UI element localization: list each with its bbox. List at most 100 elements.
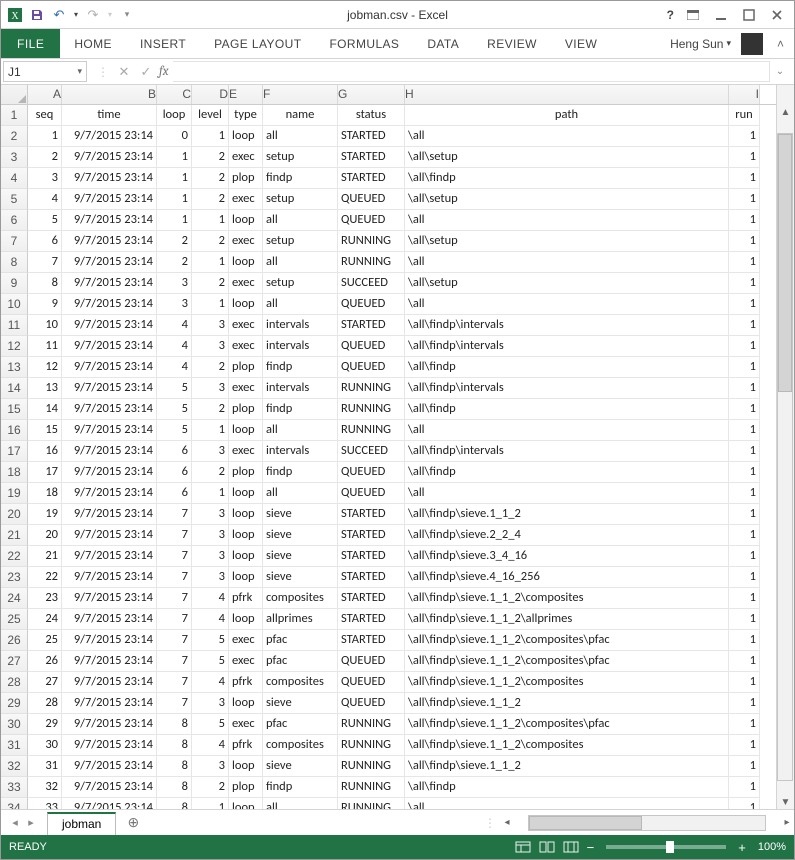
cell-status[interactable]: STARTED xyxy=(338,315,405,336)
cell-type[interactable]: loop xyxy=(229,693,263,714)
cell-type[interactable]: loop xyxy=(229,504,263,525)
name-box[interactable]: J1 ▾ xyxy=(3,61,87,82)
view-page-break-icon[interactable] xyxy=(559,838,583,856)
row-header[interactable]: 12 xyxy=(1,336,28,357)
cell-time[interactable]: 9/7/2015 23:14 xyxy=(62,210,157,231)
cell-name[interactable]: all xyxy=(263,483,338,504)
cell-loop[interactable]: 7 xyxy=(157,567,192,588)
cell-status[interactable]: RUNNING xyxy=(338,399,405,420)
cell-time[interactable]: 9/7/2015 23:14 xyxy=(62,483,157,504)
cell-run[interactable]: 1 xyxy=(729,378,760,399)
cell-type[interactable]: exec xyxy=(229,651,263,672)
cell-time[interactable]: 9/7/2015 23:14 xyxy=(62,735,157,756)
cell-type[interactable]: loop xyxy=(229,420,263,441)
row-header[interactable]: 22 xyxy=(1,546,28,567)
cell-level[interactable]: 3 xyxy=(192,378,229,399)
cell-loop[interactable]: 5 xyxy=(157,378,192,399)
cell-seq[interactable]: 4 xyxy=(28,189,62,210)
row-header[interactable]: 9 xyxy=(1,273,28,294)
tab-review[interactable]: REVIEW xyxy=(473,29,551,58)
cell-run[interactable]: 1 xyxy=(729,567,760,588)
cell-status[interactable]: QUEUED xyxy=(338,672,405,693)
row-header[interactable]: 29 xyxy=(1,693,28,714)
account-user[interactable]: Heng Sun▾ xyxy=(656,29,737,58)
cell-time[interactable]: 9/7/2015 23:14 xyxy=(62,441,157,462)
cell-path[interactable]: \all\findp\intervals xyxy=(405,336,729,357)
cell-seq[interactable]: 31 xyxy=(28,756,62,777)
cell-level[interactable]: 1 xyxy=(192,126,229,147)
cell-status[interactable]: QUEUED xyxy=(338,189,405,210)
cell-type[interactable]: loop xyxy=(229,609,263,630)
cell-run[interactable]: 1 xyxy=(729,693,760,714)
cell-loop[interactable]: 1 xyxy=(157,168,192,189)
col-header-H[interactable]: H xyxy=(405,85,729,104)
cell-loop[interactable]: 4 xyxy=(157,357,192,378)
cell-name[interactable]: all xyxy=(263,420,338,441)
zoom-slider-knob[interactable] xyxy=(666,841,674,853)
cell-name[interactable]: sieve xyxy=(263,546,338,567)
cell-type[interactable]: exec xyxy=(229,147,263,168)
cell-status[interactable]: SUCCEED xyxy=(338,273,405,294)
cell-seq[interactable]: 6 xyxy=(28,231,62,252)
cell-status[interactable]: STARTED xyxy=(338,588,405,609)
cell-loop[interactable]: 2 xyxy=(157,231,192,252)
cell-status[interactable]: STARTED xyxy=(338,630,405,651)
cell-run[interactable]: 1 xyxy=(729,441,760,462)
cell-level[interactable]: 3 xyxy=(192,756,229,777)
cell-path[interactable]: \all\setup xyxy=(405,189,729,210)
cell-seq[interactable]: 33 xyxy=(28,798,62,809)
cell-path[interactable]: \all\findp\sieve.4_16_256 xyxy=(405,567,729,588)
cell-path[interactable]: \all\findp\sieve.1_1_2\composites xyxy=(405,672,729,693)
cell-path[interactable]: \all\setup xyxy=(405,273,729,294)
cell-loop[interactable]: 6 xyxy=(157,462,192,483)
cell-run[interactable]: 1 xyxy=(729,399,760,420)
cell-run[interactable]: 1 xyxy=(729,672,760,693)
cell-name[interactable]: setup xyxy=(263,189,338,210)
cell-time[interactable]: 9/7/2015 23:14 xyxy=(62,651,157,672)
cell-type[interactable]: loop xyxy=(229,252,263,273)
cell-name[interactable]: pfac xyxy=(263,714,338,735)
row-header[interactable]: 7 xyxy=(1,231,28,252)
formula-input[interactable] xyxy=(173,61,771,82)
cell-seq[interactable]: 18 xyxy=(28,483,62,504)
cell-name[interactable]: all xyxy=(263,210,338,231)
cell-time[interactable]: 9/7/2015 23:14 xyxy=(62,294,157,315)
new-sheet-icon[interactable]: ⊕ xyxy=(122,812,144,834)
cell-run[interactable]: 1 xyxy=(729,798,760,809)
cell-path[interactable]: \all\findp\intervals xyxy=(405,441,729,462)
enter-formula-icon[interactable]: ✓ xyxy=(135,61,157,82)
cell-type[interactable]: pfrk xyxy=(229,672,263,693)
cell-run[interactable]: 1 xyxy=(729,462,760,483)
cell-type[interactable]: loop xyxy=(229,525,263,546)
cell-seq[interactable]: 22 xyxy=(28,567,62,588)
cell-path[interactable]: \all\findp xyxy=(405,462,729,483)
cell-status[interactable]: RUNNING xyxy=(338,798,405,809)
cell-run[interactable]: 1 xyxy=(729,609,760,630)
col-header-F[interactable]: F xyxy=(263,85,338,104)
select-all-corner[interactable] xyxy=(1,85,28,104)
cell-time[interactable]: 9/7/2015 23:14 xyxy=(62,756,157,777)
cell-time[interactable]: 9/7/2015 23:14 xyxy=(62,588,157,609)
row-header[interactable]: 8 xyxy=(1,252,28,273)
cell-level[interactable]: 4 xyxy=(192,588,229,609)
cell-name[interactable]: intervals xyxy=(263,336,338,357)
cell-run[interactable]: 1 xyxy=(729,252,760,273)
cell-run[interactable]: 1 xyxy=(729,714,760,735)
cell-type[interactable]: loop xyxy=(229,798,263,809)
cell-status[interactable]: STARTED xyxy=(338,504,405,525)
cell-status[interactable]: RUNNING xyxy=(338,735,405,756)
cell-time[interactable]: 9/7/2015 23:14 xyxy=(62,672,157,693)
cell-seq[interactable]: 32 xyxy=(28,777,62,798)
cell-name[interactable]: sieve xyxy=(263,504,338,525)
cell-type[interactable]: type xyxy=(229,105,263,126)
cell-time[interactable]: 9/7/2015 23:14 xyxy=(62,546,157,567)
cell-path[interactable]: \all\findp\sieve.1_1_2\allprimes xyxy=(405,609,729,630)
row-header[interactable]: 25 xyxy=(1,609,28,630)
save-icon[interactable] xyxy=(27,5,47,25)
cell-type[interactable]: loop xyxy=(229,210,263,231)
cell-run[interactable]: 1 xyxy=(729,189,760,210)
tab-file[interactable]: FILE xyxy=(1,29,60,58)
row-header[interactable]: 2 xyxy=(1,126,28,147)
cell-time[interactable]: 9/7/2015 23:14 xyxy=(62,273,157,294)
col-header-D[interactable]: D xyxy=(192,85,229,104)
